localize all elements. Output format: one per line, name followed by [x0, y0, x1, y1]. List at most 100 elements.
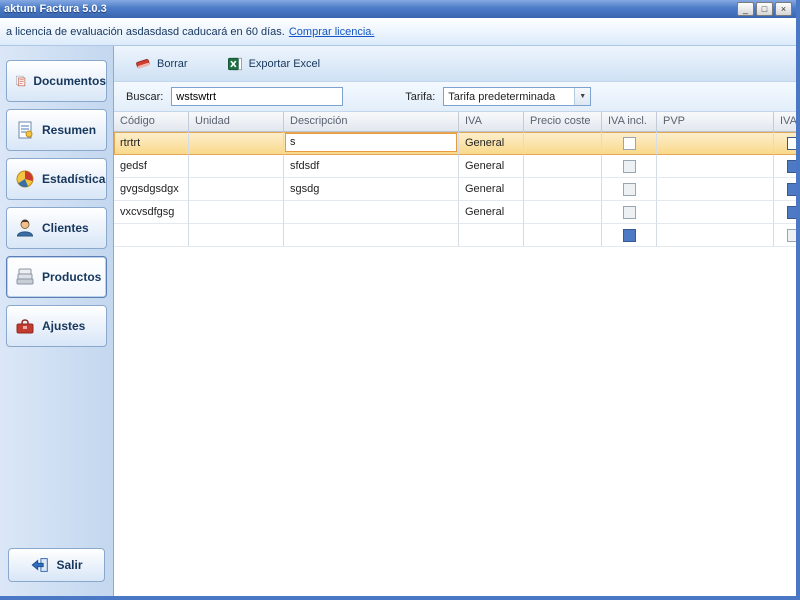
search-input[interactable]	[171, 87, 344, 106]
sidebar-item-label: Productos	[42, 270, 102, 284]
clients-icon	[16, 219, 34, 237]
sidebar-item-label: Resumen	[42, 123, 97, 137]
cell-pvp	[657, 155, 774, 178]
cell-pvp	[657, 132, 774, 155]
products-icon	[16, 268, 34, 285]
search-label: Buscar:	[126, 90, 164, 103]
delete-button-label: Borrar	[157, 57, 188, 70]
products-toolbar: Borrar Exportar Excel	[114, 46, 796, 82]
window-title: aktum Factura 5.0.3	[4, 3, 107, 15]
inline-cell-editor[interactable]: s	[285, 133, 457, 152]
cell-pvp	[657, 201, 774, 224]
cell-codigo	[114, 224, 189, 247]
cell-pvp	[657, 224, 774, 247]
table-row[interactable]: gedsf sfdsdf General	[114, 155, 796, 178]
cell-iva: General	[459, 201, 524, 224]
table-row[interactable]: vxcvsdfgsg General	[114, 201, 796, 224]
tariff-selected-value: Tarifa predeterminada	[448, 90, 556, 103]
column-header-unidad[interactable]: Unidad	[189, 112, 284, 131]
sidebar-item-estadistica[interactable]: Estadística	[6, 158, 107, 200]
summary-icon	[18, 121, 33, 139]
column-header-iva-i[interactable]: IVA i	[774, 112, 796, 131]
column-header-iva-incl[interactable]: IVA incl.	[602, 112, 657, 131]
cell-descripcion: sfdsdf	[284, 155, 459, 178]
sidebar-item-label: Estadística	[42, 172, 106, 186]
cell-unidad	[189, 155, 284, 178]
sidebar-item-clientes[interactable]: Clientes	[6, 207, 107, 249]
column-header-precio-coste[interactable]: Precio coste	[524, 112, 602, 131]
window-controls: _ □ ×	[737, 2, 792, 16]
cell-precio-coste	[524, 155, 602, 178]
products-table: Código Unidad Descripción IVA Precio cos…	[114, 112, 796, 247]
column-header-pvp[interactable]: PVP	[657, 112, 774, 131]
license-bar: a licencia de evaluación asdasdasd caduc…	[0, 18, 796, 46]
table-row[interactable]: rtrtrt s General	[114, 132, 796, 155]
exit-icon	[32, 558, 49, 572]
delete-icon	[136, 58, 150, 68]
cell-iva: General	[459, 132, 524, 155]
cell-descripcion: s	[284, 132, 459, 155]
minimize-button[interactable]: _	[737, 2, 754, 16]
statistics-icon	[16, 170, 34, 188]
chevron-down-icon[interactable]: ▼	[574, 88, 591, 105]
cell-iva	[459, 224, 524, 247]
iva-i-checkbox[interactable]	[787, 182, 796, 196]
cell-precio-coste	[524, 178, 602, 201]
cell-unidad	[189, 224, 284, 247]
iva-incl-checkbox[interactable]	[622, 136, 636, 150]
buy-license-link[interactable]: Comprar licencia.	[289, 26, 375, 38]
cell-codigo: gedsf	[114, 155, 189, 178]
iva-i-checkbox[interactable]	[787, 205, 796, 219]
cell-iva: General	[459, 155, 524, 178]
excel-icon	[227, 57, 242, 70]
column-header-iva[interactable]: IVA	[459, 112, 524, 131]
cell-descripcion	[284, 224, 459, 247]
main-panel: Borrar Exportar Excel Buscar: Tarifa:	[114, 46, 796, 596]
sidebar-item-ajustes[interactable]: Ajustes	[6, 305, 107, 347]
column-header-descripcion[interactable]: Descripción	[284, 112, 459, 131]
cell-descripcion	[284, 201, 459, 224]
table-row[interactable]	[114, 224, 796, 247]
cell-unidad	[189, 178, 284, 201]
iva-i-checkbox[interactable]	[787, 136, 796, 150]
cell-precio-coste	[524, 132, 602, 155]
iva-i-checkbox[interactable]	[787, 159, 796, 173]
table-row[interactable]: gvgsdgsdgx sgsdg General	[114, 178, 796, 201]
iva-incl-checkbox[interactable]	[622, 182, 636, 196]
cell-precio-coste	[524, 224, 602, 247]
settings-icon	[16, 319, 34, 334]
iva-incl-checkbox[interactable]	[622, 228, 636, 242]
sidebar-item-label: Clientes	[42, 221, 89, 235]
cell-pvp	[657, 178, 774, 201]
iva-incl-checkbox[interactable]	[622, 205, 636, 219]
tariff-select[interactable]: Tarifa predeterminada ▼	[443, 87, 592, 106]
cell-precio-coste	[524, 201, 602, 224]
license-text: a licencia de evaluación asdasdasd caduc…	[6, 25, 285, 38]
sidebar-item-resumen[interactable]: Resumen	[6, 109, 107, 151]
tariff-label: Tarifa:	[405, 90, 436, 103]
cell-iva: General	[459, 178, 524, 201]
sidebar-item-documentos[interactable]: Documentos	[6, 60, 107, 102]
titlebar[interactable]: aktum Factura 5.0.3 _ □ ×	[0, 0, 796, 18]
sidebar-item-productos[interactable]: Productos	[6, 256, 107, 298]
sidebar: Documentos Resumen Estadística Clientes …	[0, 46, 114, 596]
exit-button-label: Salir	[56, 558, 83, 572]
cell-codigo: rtrtrt	[114, 132, 189, 155]
iva-i-checkbox[interactable]	[787, 228, 796, 242]
export-excel-button[interactable]: Exportar Excel	[220, 52, 327, 76]
table-header: Código Unidad Descripción IVA Precio cos…	[114, 112, 796, 132]
cell-codigo: gvgsdgsdgx	[114, 178, 189, 201]
cell-descripcion: sgsdg	[284, 178, 459, 201]
cell-unidad	[189, 201, 284, 224]
iva-incl-checkbox[interactable]	[622, 159, 636, 173]
delete-button[interactable]: Borrar	[128, 52, 194, 76]
sidebar-item-label: Documentos	[33, 74, 106, 88]
cell-unidad	[189, 132, 284, 155]
filter-row: Buscar: Tarifa: Tarifa predeterminada ▼	[114, 82, 796, 112]
column-header-codigo[interactable]: Código	[114, 112, 189, 131]
maximize-button[interactable]: □	[756, 2, 773, 16]
exit-button[interactable]: Salir	[8, 548, 105, 582]
close-button[interactable]: ×	[775, 2, 792, 16]
app-window: aktum Factura 5.0.3 _ □ × a licencia de …	[0, 0, 800, 600]
cell-codigo: vxcvsdfgsg	[114, 201, 189, 224]
